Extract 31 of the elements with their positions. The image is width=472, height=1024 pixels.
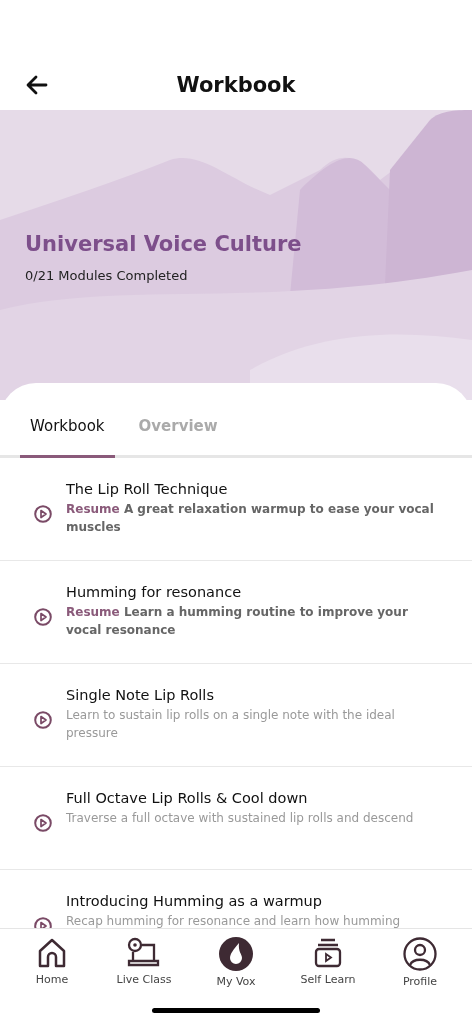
page-title: Workbook (176, 73, 296, 97)
lesson-row[interactable]: Full Octave Lip Rolls & Cool down Traverse a full octave with sustained lip rolls and descend (0, 767, 472, 870)
laptop-icon (126, 937, 162, 969)
nav-item[interactable]: My Vox (196, 937, 276, 989)
nav-item[interactable]: Self Learn (288, 937, 368, 989)
lesson-title: Single Note Lip Rolls (66, 687, 215, 703)
lesson-title: Humming for resonance (66, 584, 243, 600)
lesson-title: The Lip Roll Technique (66, 481, 229, 497)
lesson-title: Introducing Humming as a warmup (66, 893, 323, 909)
nav-item[interactable]: Home (12, 937, 92, 989)
lesson-description: Learn to sustain lip rolls on a single note with the ideal pressure (66, 707, 396, 742)
lesson-row[interactable]: Single Note Lip Rolls Learn to sustain lip rolls on a single note with the ideal pressure (0, 664, 472, 767)
lesson-title: Full Octave Lip Rolls & Cool down (66, 790, 309, 806)
lesson-row[interactable]: Humming for resonance Resume Learn a humming routine to improve your vocal resonance (0, 561, 472, 664)
play-icon (34, 814, 52, 832)
video-stack-icon (313, 937, 343, 969)
nav-item[interactable]: Profile (380, 937, 460, 989)
play-icon (34, 711, 52, 729)
lesson-description: Recap humming for resonance and learn how humming (66, 913, 402, 928)
play-icon (34, 608, 52, 626)
course-title: Universal Voice Culture (25, 232, 303, 256)
nav-item[interactable]: Live Class (104, 937, 184, 989)
home-icon (37, 937, 67, 969)
tab[interactable]: Workbook (20, 417, 115, 458)
lesson-description: Traverse a full octave with sustained lip rolls and descend (66, 810, 415, 827)
lesson-row[interactable]: The Lip Roll Technique Resume A great relaxation warmup to ease your vocal muscles (0, 458, 472, 561)
profile-icon (403, 937, 437, 971)
lesson-description: Resume A great relaxation warmup to ease your vocal muscles (66, 501, 435, 536)
lesson-description: Resume Learn a humming routine to improve your vocal resonance (66, 604, 409, 639)
drop-logo-icon (219, 937, 253, 971)
play-icon (34, 505, 52, 523)
